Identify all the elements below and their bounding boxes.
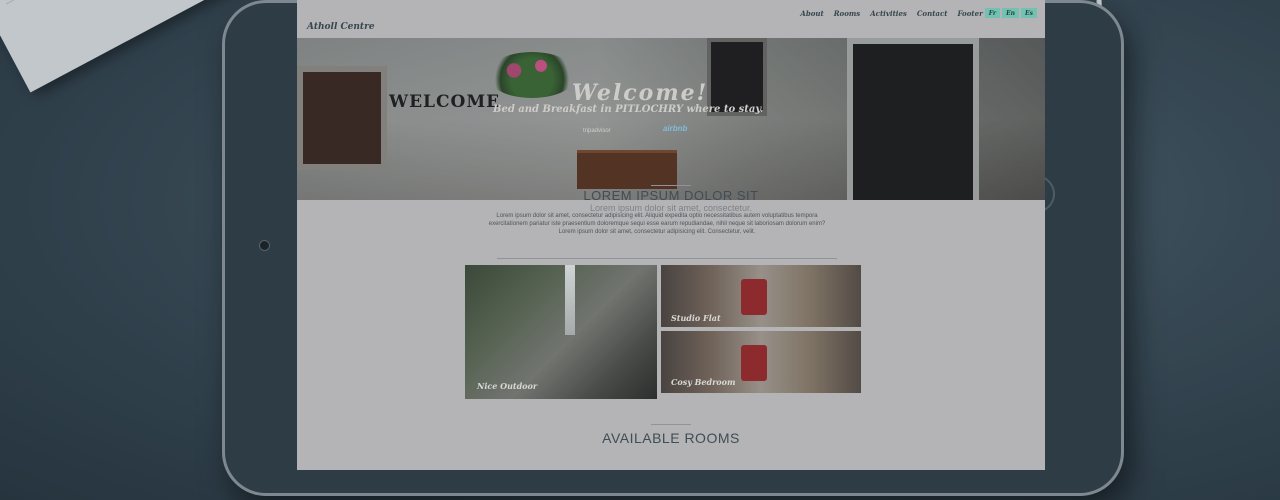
hero-banner: WELCOME Welcome! Bed and Breakfast in PI…: [297, 38, 1045, 200]
gallery: Nice Outdoor Studio Flat Cosy Bedroom: [465, 265, 865, 405]
rooms-heading: AVAILABLE ROOMS: [602, 430, 740, 446]
bench: [577, 150, 677, 189]
welcome-sign: WELCOME: [389, 92, 501, 112]
intro-heading: LOREM IPSUM DOLOR SIT: [583, 188, 759, 203]
camera-icon: [259, 240, 270, 251]
gallery-item[interactable]: Nice Outdoor: [465, 265, 657, 399]
paper-sheet: [0, 0, 234, 93]
nav-footer[interactable]: Footer: [957, 9, 982, 18]
hero-door: [847, 38, 979, 200]
intro-body: Lorem ipsum dolor sit amet, consectetur …: [488, 213, 826, 235]
gallery-caption: Studio Flat: [671, 313, 721, 323]
nav-rooms[interactable]: Rooms: [834, 9, 861, 18]
gallery-item[interactable]: Cosy Bedroom: [661, 331, 861, 393]
hero-title: Welcome!: [572, 80, 709, 106]
gallery-caption: Cosy Bedroom: [671, 377, 736, 387]
airbnb-logo[interactable]: airbnb: [663, 124, 687, 133]
gallery-caption: Nice Outdoor: [477, 381, 538, 391]
tripadvisor-logo[interactable]: tripadvisor: [583, 128, 611, 134]
flower-basket: [487, 52, 577, 98]
nav-about[interactable]: About: [800, 9, 823, 18]
logo-bar: Atholl Centre: [297, 18, 1045, 38]
nav-activities[interactable]: Activities: [870, 9, 907, 18]
hero-subtitle: Bed and Breakfast in PITLOCHRY where to …: [493, 104, 764, 115]
site-logo[interactable]: Atholl Centre: [307, 22, 375, 32]
gallery-item[interactable]: Studio Flat: [661, 265, 861, 327]
website-screen: About Rooms Activities Contact Footer Fr…: [297, 0, 1045, 470]
hero-window-left: [297, 66, 387, 170]
nav-contact[interactable]: Contact: [917, 9, 948, 18]
tablet-device: About Rooms Activities Contact Footer Fr…: [222, 0, 1124, 496]
